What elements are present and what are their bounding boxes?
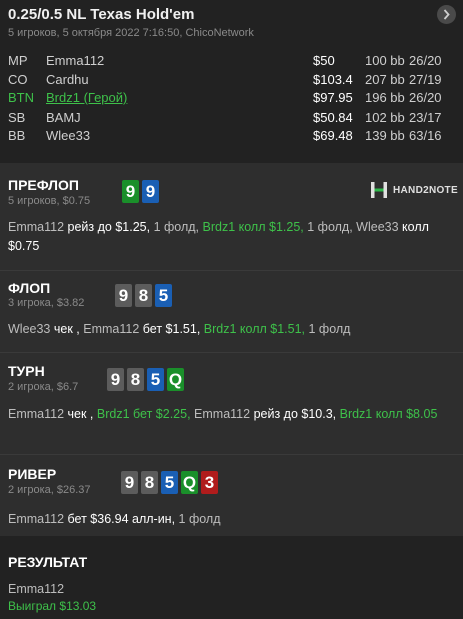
action-hero: Brdz1 бет $2.25, bbox=[96, 407, 191, 421]
card: 8 bbox=[141, 471, 158, 494]
river-section: РИВЕР 2 игрока, $26.37 9 8 5 Q 3 Emma112… bbox=[0, 455, 463, 536]
board-cards: 9 8 5 Q 3 bbox=[121, 471, 218, 494]
hand-subtitle: 5 игроков, 5 октября 2022 7:16:50, Chico… bbox=[8, 27, 254, 39]
action-text: 1 фолд bbox=[178, 512, 221, 526]
chevron-right-icon[interactable] bbox=[437, 5, 456, 24]
winner-amount: Выиграл $13.03 bbox=[8, 599, 97, 613]
action-player: Wlee33 bbox=[8, 322, 51, 336]
player-name[interactable]: Emma112 bbox=[46, 53, 104, 68]
turn-section: ТУРН 2 игрока, $6.7 9 8 5 Q Emma112 чек … bbox=[0, 353, 463, 454]
action-text: рейз до $1.25, bbox=[67, 220, 151, 234]
card: 3 bbox=[201, 471, 218, 494]
player-stack: $69.48 bbox=[313, 128, 353, 143]
card: 5 bbox=[147, 368, 164, 391]
player-name[interactable]: BAMJ bbox=[46, 110, 81, 125]
player-stack: $103.4 bbox=[313, 72, 353, 87]
card: 5 bbox=[155, 284, 172, 307]
street-actions: Emma112 бет $36.94 алл-ин, 1 фолд bbox=[8, 510, 453, 529]
action-text: 1 фолд, bbox=[153, 220, 200, 234]
card: 9 bbox=[122, 180, 139, 203]
action-player: Emma112 bbox=[8, 220, 65, 234]
street-actions: Emma112 чек , Brdz1 бет $2.25, Emma112 р… bbox=[8, 405, 453, 424]
action-hero: Brdz1 колл $1.25, bbox=[202, 220, 304, 234]
player-row: BB Wlee33 $69.48 139 bb 63/16 bbox=[0, 128, 463, 147]
action-player: Emma112 bbox=[194, 407, 251, 421]
action-text: рейз до $10.3, bbox=[253, 407, 337, 421]
action-text: бет $36.94 алл-ин, bbox=[67, 512, 176, 526]
card: 8 bbox=[135, 284, 152, 307]
street-pot: 2 игрока, $6.7 bbox=[8, 381, 79, 393]
player-position: BTN bbox=[8, 90, 34, 105]
action-text: колл bbox=[402, 220, 429, 234]
chevron-right-icon-svg bbox=[443, 9, 450, 20]
action-player: Emma112 bbox=[8, 512, 65, 526]
street-title: ТУРН bbox=[8, 363, 45, 379]
action-player: Wlee33 bbox=[356, 220, 399, 234]
action-text: $0.75 bbox=[8, 239, 40, 253]
street-actions: Emma112 рейз до $1.25, 1 фолд, Brdz1 кол… bbox=[8, 218, 453, 256]
player-name[interactable]: Brdz1 (Герой) bbox=[46, 90, 127, 105]
street-actions: Wlee33 чек , Emma112 бет $1.51, Brdz1 ко… bbox=[8, 320, 453, 339]
preflop-section: ПРЕФЛОП 5 игроков, $0.75 9 9 Emma112 рей… bbox=[0, 163, 463, 270]
player-stats: 23/17 bbox=[409, 110, 442, 125]
player-stats: 27/19 bbox=[409, 72, 442, 87]
player-stack-bb: 196 bb bbox=[365, 90, 405, 105]
player-position: SB bbox=[8, 110, 26, 125]
player-stack-bb: 100 bb bbox=[365, 53, 405, 68]
action-player: Emma112 bbox=[83, 322, 140, 336]
card: 9 bbox=[107, 368, 124, 391]
street-title: РИВЕР bbox=[8, 466, 57, 482]
result-title: РЕЗУЛЬТАТ bbox=[8, 554, 88, 570]
player-stats: 63/16 bbox=[409, 128, 442, 143]
card: 9 bbox=[121, 471, 138, 494]
board-cards: 9 8 5 bbox=[115, 284, 172, 307]
hand-title: 0.25/0.5 NL Texas Hold'em bbox=[8, 6, 195, 23]
action-hero: Brdz1 колл $1.51, bbox=[203, 322, 306, 336]
player-stack: $97.95 bbox=[313, 90, 353, 105]
hand2note-logo-icon bbox=[370, 181, 388, 199]
player-position: BB bbox=[8, 128, 26, 143]
player-stack-bb: 139 bb bbox=[365, 128, 405, 143]
player-stack: $50.84 bbox=[313, 110, 353, 125]
player-stats: 26/20 bbox=[409, 53, 442, 68]
action-hero: Brdz1 колл bbox=[339, 407, 403, 421]
street-pot: 3 игрока, $3.82 bbox=[8, 297, 85, 309]
action-hero: $8.05 bbox=[406, 407, 438, 421]
player-stats: 26/20 bbox=[409, 90, 442, 105]
player-row: CO Cardhu $103.4 207 bb 27/19 bbox=[0, 72, 463, 91]
player-name[interactable]: Wlee33 bbox=[46, 128, 90, 143]
card: 9 bbox=[115, 284, 132, 307]
hand2note-logo-text: HAND2NOTE bbox=[393, 184, 458, 196]
player-position: MP bbox=[8, 53, 28, 68]
player-row: MP Emma112 $50 100 bb 26/20 bbox=[0, 53, 463, 72]
card: Q bbox=[181, 471, 198, 494]
hand-header: 0.25/0.5 NL Texas Hold'em 5 игроков, 5 о… bbox=[0, 0, 463, 163]
player-name[interactable]: Cardhu bbox=[46, 72, 89, 87]
street-title: ФЛОП bbox=[8, 280, 51, 296]
action-player: Emma112 bbox=[8, 407, 65, 421]
player-stack: $50 bbox=[313, 53, 335, 68]
action-text: чек , bbox=[67, 407, 94, 421]
street-pot: 5 игроков, $0.75 bbox=[8, 195, 91, 207]
street-title: ПРЕФЛОП bbox=[8, 177, 79, 193]
winner-name: Emma112 bbox=[8, 582, 65, 596]
flop-section: ФЛОП 3 игрока, $3.82 9 8 5 Wlee33 чек , … bbox=[0, 271, 463, 352]
street-pot: 2 игрока, $26.37 bbox=[8, 484, 91, 496]
hand2note-logo: HAND2NOTE bbox=[370, 181, 458, 199]
action-text: бет $1.51, bbox=[142, 322, 201, 336]
player-stack-bb: 102 bb bbox=[365, 110, 405, 125]
card: 9 bbox=[142, 180, 159, 203]
player-row: SB BAMJ $50.84 102 bb 23/17 bbox=[0, 110, 463, 129]
player-position: CO bbox=[8, 72, 28, 87]
board-cards: 9 8 5 Q bbox=[107, 368, 184, 391]
hero-cards: 9 9 bbox=[122, 180, 159, 203]
player-stack-bb: 207 bb bbox=[365, 72, 405, 87]
card: 5 bbox=[161, 471, 178, 494]
action-text: 1 фолд, bbox=[307, 220, 353, 234]
action-text: чек , bbox=[53, 322, 80, 336]
player-row-hero: BTN Brdz1 (Герой) $97.95 196 bb 26/20 bbox=[0, 90, 463, 109]
card: Q bbox=[167, 368, 184, 391]
action-text: 1 фолд bbox=[308, 322, 351, 336]
card: 8 bbox=[127, 368, 144, 391]
